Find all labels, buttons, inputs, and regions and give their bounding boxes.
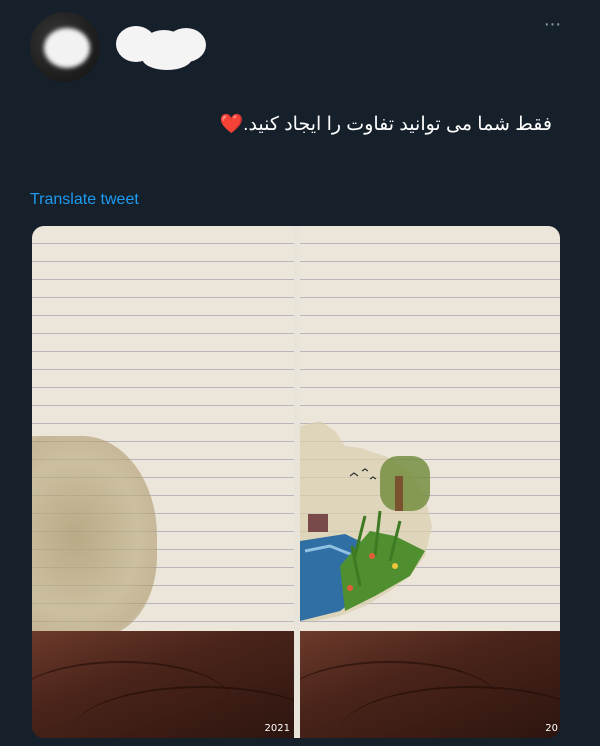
tweet-text: فقط شما می توانید تفاوت را ایجاد کنید.❤️ (219, 114, 552, 135)
skin-background (32, 631, 294, 738)
media-right-photo[interactable]: 20 (300, 226, 560, 738)
more-options-icon[interactable]: ··· (540, 14, 564, 34)
right-photo-caption: 20 (545, 723, 558, 734)
tweet-media[interactable]: 2021 20 (32, 226, 560, 738)
translate-tweet-link[interactable]: Translate tweet (30, 191, 139, 209)
author-avatar[interactable] (30, 12, 100, 82)
left-photo-caption: 2021 (264, 723, 290, 734)
avatar-blur (44, 28, 90, 68)
skin-background (300, 631, 560, 738)
stain-painting (300, 421, 432, 621)
media-left-photo[interactable]: 2021 (32, 226, 294, 738)
author-name-redacted (112, 22, 208, 72)
